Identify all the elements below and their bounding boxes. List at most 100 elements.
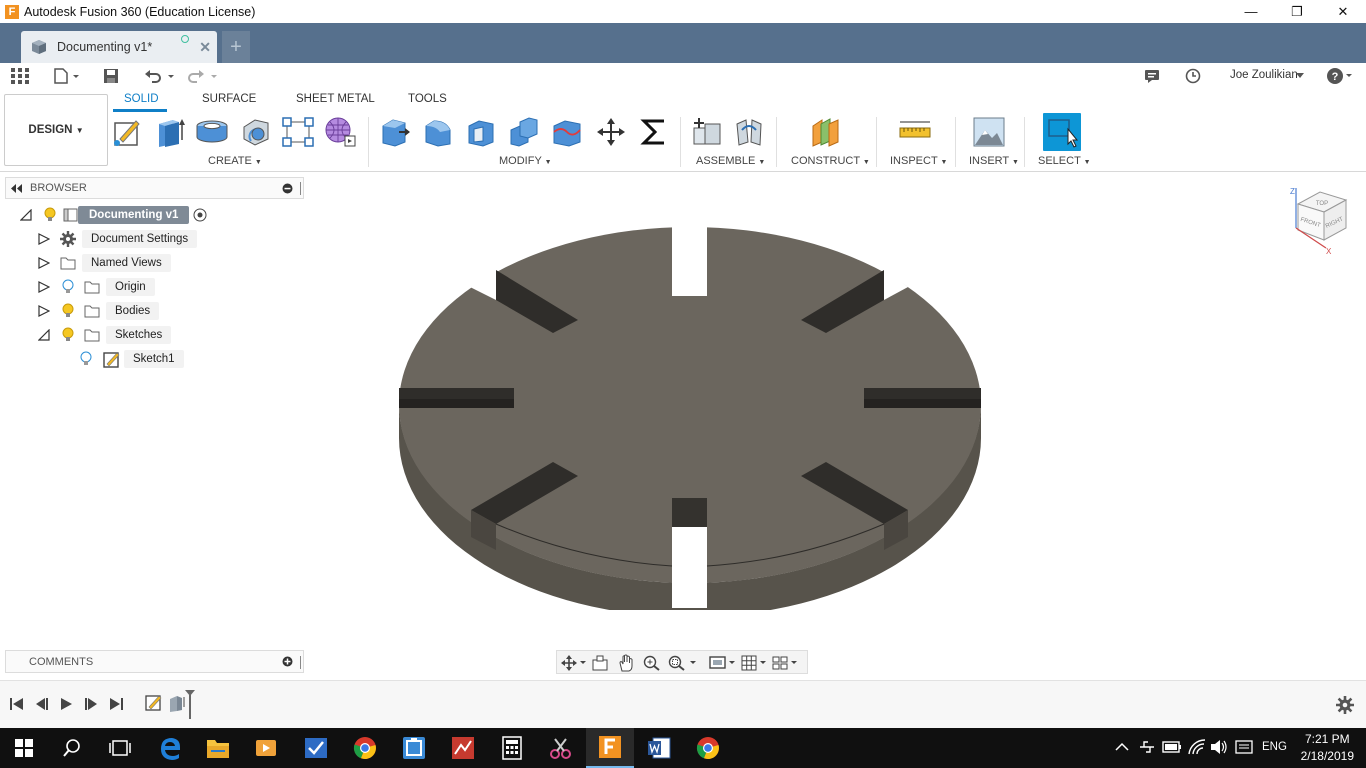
user-account-menu[interactable]: Joe Zoulikian xyxy=(1230,69,1298,81)
revolve-tool[interactable] xyxy=(195,115,229,149)
diagram-app-taskbar-app[interactable] xyxy=(439,728,487,768)
add-comment-icon[interactable] xyxy=(282,656,293,667)
collapsed-triangle-icon[interactable] xyxy=(38,233,50,245)
minimize-button[interactable]: — xyxy=(1228,0,1274,23)
redo-icon[interactable] xyxy=(187,68,219,84)
network-usb-icon[interactable] xyxy=(1138,739,1156,755)
replace-face-tool[interactable] xyxy=(550,115,584,149)
browser-panel-header[interactable]: BROWSER xyxy=(5,177,304,199)
visibility-bulb-icon[interactable] xyxy=(62,303,74,319)
visibility-bulb-off-icon[interactable] xyxy=(62,279,74,295)
sweep-tool[interactable] xyxy=(239,115,273,149)
collapsed-triangle-icon[interactable] xyxy=(38,281,50,293)
browser-item-named-views[interactable]: Named Views xyxy=(38,253,171,273)
press-pull-tool[interactable] xyxy=(378,115,412,149)
assemble-menu[interactable]: ASSEMBLE ▼ xyxy=(696,155,765,167)
create-menu[interactable]: CREATE ▼ xyxy=(208,155,262,167)
start-button[interactable] xyxy=(0,728,48,768)
tab-surface[interactable]: SURFACE xyxy=(202,93,256,105)
restore-button[interactable]: ❐ xyxy=(1274,0,1320,23)
fillet-tool[interactable] xyxy=(421,115,455,149)
tab-tools[interactable]: TOOLS xyxy=(408,93,447,105)
visibility-bulb-off-icon[interactable] xyxy=(80,351,92,367)
modify-menu[interactable]: MODIFY ▼ xyxy=(499,155,552,167)
input-language-indicator[interactable]: ENG xyxy=(1262,741,1287,753)
go-to-start-icon[interactable] xyxy=(9,697,25,711)
shell-tool[interactable] xyxy=(464,115,498,149)
search-button[interactable] xyxy=(48,728,96,768)
browser-item-sketch1[interactable]: Sketch1 xyxy=(80,349,184,369)
zoom-icon[interactable] xyxy=(643,655,661,671)
measure-tool[interactable] xyxy=(898,115,932,149)
chrome-taskbar-app-2[interactable] xyxy=(684,728,732,768)
collapse-browser-icon[interactable] xyxy=(11,184,22,193)
browser-item-document-settings[interactable]: Document Settings xyxy=(38,229,198,249)
chrome-taskbar-app[interactable] xyxy=(341,728,389,768)
browser-minimize-icon[interactable] xyxy=(282,183,293,194)
calculator-taskbar-app[interactable] xyxy=(488,728,536,768)
word-taskbar-app[interactable] xyxy=(635,728,683,768)
display-settings-icon[interactable] xyxy=(709,655,737,671)
create-sketch-tool[interactable] xyxy=(110,115,144,149)
new-tab-button[interactable]: + xyxy=(222,31,250,63)
collapsed-triangle-icon[interactable] xyxy=(38,257,50,269)
task-view-button[interactable] xyxy=(96,728,144,768)
tab-sheet-metal[interactable]: SHEET METAL xyxy=(296,93,375,105)
select-menu[interactable]: SELECT ▼ xyxy=(1038,155,1091,167)
insert-menu[interactable]: INSERT ▼ xyxy=(969,155,1019,167)
timeline-settings-gear-icon[interactable] xyxy=(1336,696,1354,714)
data-panel-grid-icon[interactable] xyxy=(11,68,29,84)
fit-zoom-icon[interactable] xyxy=(668,655,698,671)
create-form-tool[interactable] xyxy=(323,115,357,149)
media-player-taskbar-app[interactable] xyxy=(242,728,290,768)
step-forward-icon[interactable] xyxy=(83,697,99,711)
save-icon[interactable] xyxy=(103,68,119,84)
system-clock[interactable]: 7:21 PM 2/18/2019 xyxy=(1301,731,1354,765)
wifi-icon[interactable] xyxy=(1187,738,1207,756)
action-center-keyboard-icon[interactable] xyxy=(1235,739,1253,755)
comments-panel-header[interactable]: COMMENTS xyxy=(5,650,304,673)
pattern-tool[interactable] xyxy=(281,115,315,149)
new-component-tool[interactable] xyxy=(690,115,724,149)
collapsed-triangle-icon[interactable] xyxy=(38,305,50,317)
construct-menu[interactable]: CONSTRUCT ▼ xyxy=(791,155,870,167)
browser-item-bodies[interactable]: Bodies xyxy=(38,301,160,321)
visibility-bulb-icon[interactable] xyxy=(62,327,74,343)
look-at-icon[interactable] xyxy=(592,655,608,671)
timeline-marker-icon[interactable] xyxy=(184,689,196,719)
notifications-icon[interactable] xyxy=(1144,69,1160,83)
close-window-button[interactable]: ✕ xyxy=(1320,0,1366,23)
viewcube-top-label[interactable]: TOP xyxy=(1316,201,1328,207)
pan-hand-icon[interactable] xyxy=(618,654,634,672)
comments-pin-handle-icon[interactable] xyxy=(299,656,303,669)
offset-plane-tool[interactable] xyxy=(809,115,843,149)
move-copy-tool[interactable] xyxy=(594,115,628,149)
viewports-layout-icon[interactable] xyxy=(772,655,800,671)
compute-all-tool[interactable] xyxy=(637,115,671,149)
go-to-end-icon[interactable] xyxy=(108,697,124,711)
fusion-360-taskbar-app[interactable] xyxy=(586,728,634,768)
edge-browser-taskbar-app[interactable] xyxy=(146,728,194,768)
activate-radio-icon[interactable] xyxy=(193,208,207,222)
insert-image-tool[interactable] xyxy=(972,115,1006,149)
remote-app-taskbar-app[interactable] xyxy=(390,728,438,768)
browser-pin-handle-icon[interactable] xyxy=(299,182,303,195)
undo-icon[interactable] xyxy=(144,68,176,84)
play-icon[interactable] xyxy=(59,697,73,711)
select-tool[interactable] xyxy=(1043,113,1081,151)
joint-tool[interactable] xyxy=(733,115,767,149)
browser-item-origin[interactable]: Origin xyxy=(38,277,155,297)
file-menu-icon[interactable] xyxy=(54,68,80,84)
inspect-menu[interactable]: INSPECT ▼ xyxy=(890,155,947,167)
job-status-clock-icon[interactable] xyxy=(1185,68,1201,84)
viewcube[interactable]: TOP FRONT RIGHT Z X xyxy=(1286,184,1352,256)
snipping-tool-taskbar-app[interactable] xyxy=(537,728,585,768)
document-tab[interactable]: Documenting v1* ✕ xyxy=(21,31,217,63)
combine-tool[interactable] xyxy=(507,115,541,149)
grid-settings-icon[interactable] xyxy=(741,655,769,671)
tab-solid[interactable]: SOLID xyxy=(124,93,159,105)
battery-icon[interactable] xyxy=(1162,740,1182,754)
visibility-bulb-icon[interactable] xyxy=(44,207,56,223)
browser-item-sketches[interactable]: Sketches xyxy=(38,325,172,345)
orbit-icon[interactable] xyxy=(561,655,587,671)
